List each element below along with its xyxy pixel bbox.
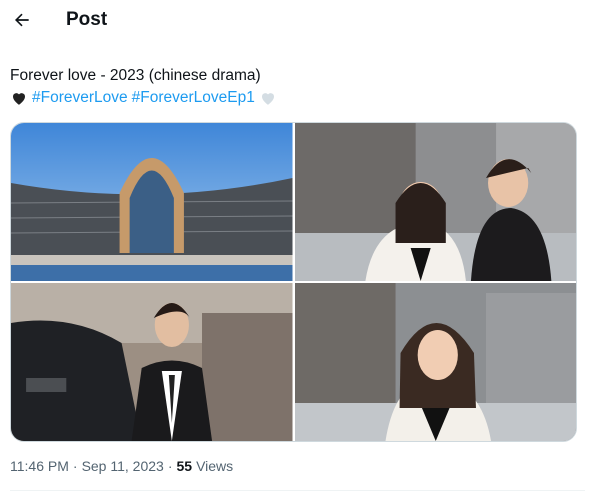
arrow-left-icon (15, 13, 29, 27)
hashtag-link[interactable]: #ForeverLoveEp1 (132, 87, 255, 109)
tweet-date[interactable]: Sep 11, 2023 (82, 458, 164, 474)
building-image (11, 123, 293, 281)
media-photo-woman[interactable] (294, 283, 576, 441)
media-photo-man-car[interactable] (11, 283, 293, 441)
divider (10, 490, 585, 491)
tweet-text-line1: Forever love - 2023 (chinese drama) (10, 67, 261, 84)
views-label: Views (196, 458, 234, 474)
page-title: Post (66, 9, 108, 30)
tweet-text: Forever love - 2023 (chinese drama) #For… (10, 65, 277, 109)
media-photo-couple[interactable] (294, 123, 576, 281)
man-car-image (11, 283, 293, 441)
views-count: 55 (176, 458, 193, 474)
tweet-text-line2: #ForeverLove #ForeverLoveEp1 (10, 87, 277, 109)
hashtag-link[interactable]: #ForeverLove (32, 87, 128, 109)
media-grid (10, 122, 577, 442)
tweet-meta: 11:46 PM · Sep 11, 2023 · 55 Views (10, 458, 233, 474)
meta-separator: · (72, 458, 78, 474)
black-heart-icon (13, 93, 25, 105)
meta-separator: · (167, 458, 173, 474)
couple-image (294, 123, 576, 281)
back-button[interactable] (8, 6, 36, 34)
white-heart-icon (261, 93, 274, 105)
woman-image (294, 283, 576, 441)
post-header: Post (0, 0, 595, 44)
media-photo-building[interactable] (11, 123, 293, 281)
tweet-time[interactable]: 11:46 PM (10, 458, 69, 474)
